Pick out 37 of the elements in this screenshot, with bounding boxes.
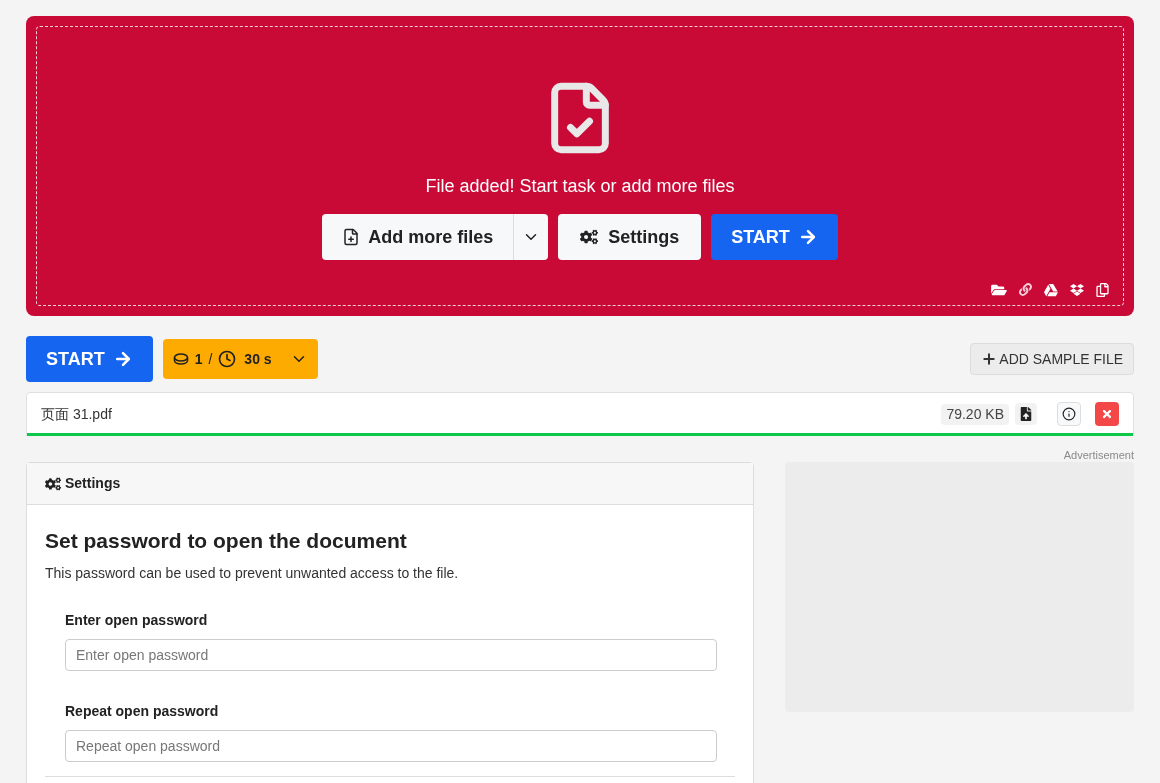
file-name: 页面 31.pdf [41, 404, 112, 424]
add-files-button[interactable]: Add more files [322, 214, 514, 260]
info-button[interactable] [1057, 402, 1081, 426]
file-size: 79.20 KB [941, 403, 1009, 425]
remove-button[interactable] [1095, 402, 1119, 426]
ad-label: Advertisement [1063, 448, 1134, 462]
start-button[interactable]: START [711, 214, 838, 260]
start-button[interactable]: START [26, 336, 153, 382]
card-title: Settings [65, 474, 121, 493]
upload-icon [1019, 407, 1033, 421]
credits-dropdown[interactable]: 1 / 30 s [162, 339, 318, 379]
password-field[interactable]: Repeat open password [65, 729, 717, 762]
time-estimate: 30 s [244, 349, 272, 369]
section-description: This password can be used to prevent unwanted access to the file. [45, 563, 460, 583]
field-label: Enter open password [65, 610, 209, 630]
info-icon [1062, 407, 1076, 421]
coin-icon [172, 353, 189, 365]
add-sample-button[interactable]: ADD SAMPLE FILE [970, 343, 1134, 375]
close-icon [1101, 408, 1113, 420]
credits-count: 1 [194, 349, 203, 369]
folder-icon[interactable] [991, 283, 1007, 297]
settings-icon [45, 476, 61, 491]
settings-button[interactable]: Settings [558, 214, 702, 260]
dropbox-icon[interactable] [1070, 283, 1084, 297]
password-field[interactable]: Enter open password [65, 638, 717, 671]
clock-icon [218, 350, 237, 368]
drive-icon[interactable] [1044, 283, 1058, 297]
field-label: Repeat open password [65, 701, 220, 721]
separator: / [208, 349, 213, 369]
drop-zone[interactable]: File added! Start task or add more files Add more files Settings START [26, 16, 1134, 316]
settings-icon [580, 228, 599, 246]
file-plus-icon [342, 228, 361, 246]
status-message: File added! Start task or add more files [425, 175, 735, 198]
copy-icon[interactable] [1096, 283, 1109, 297]
section-title: Set password to open the document [45, 528, 408, 554]
link-icon[interactable] [1019, 283, 1032, 296]
upload-button[interactable] [1015, 403, 1037, 425]
